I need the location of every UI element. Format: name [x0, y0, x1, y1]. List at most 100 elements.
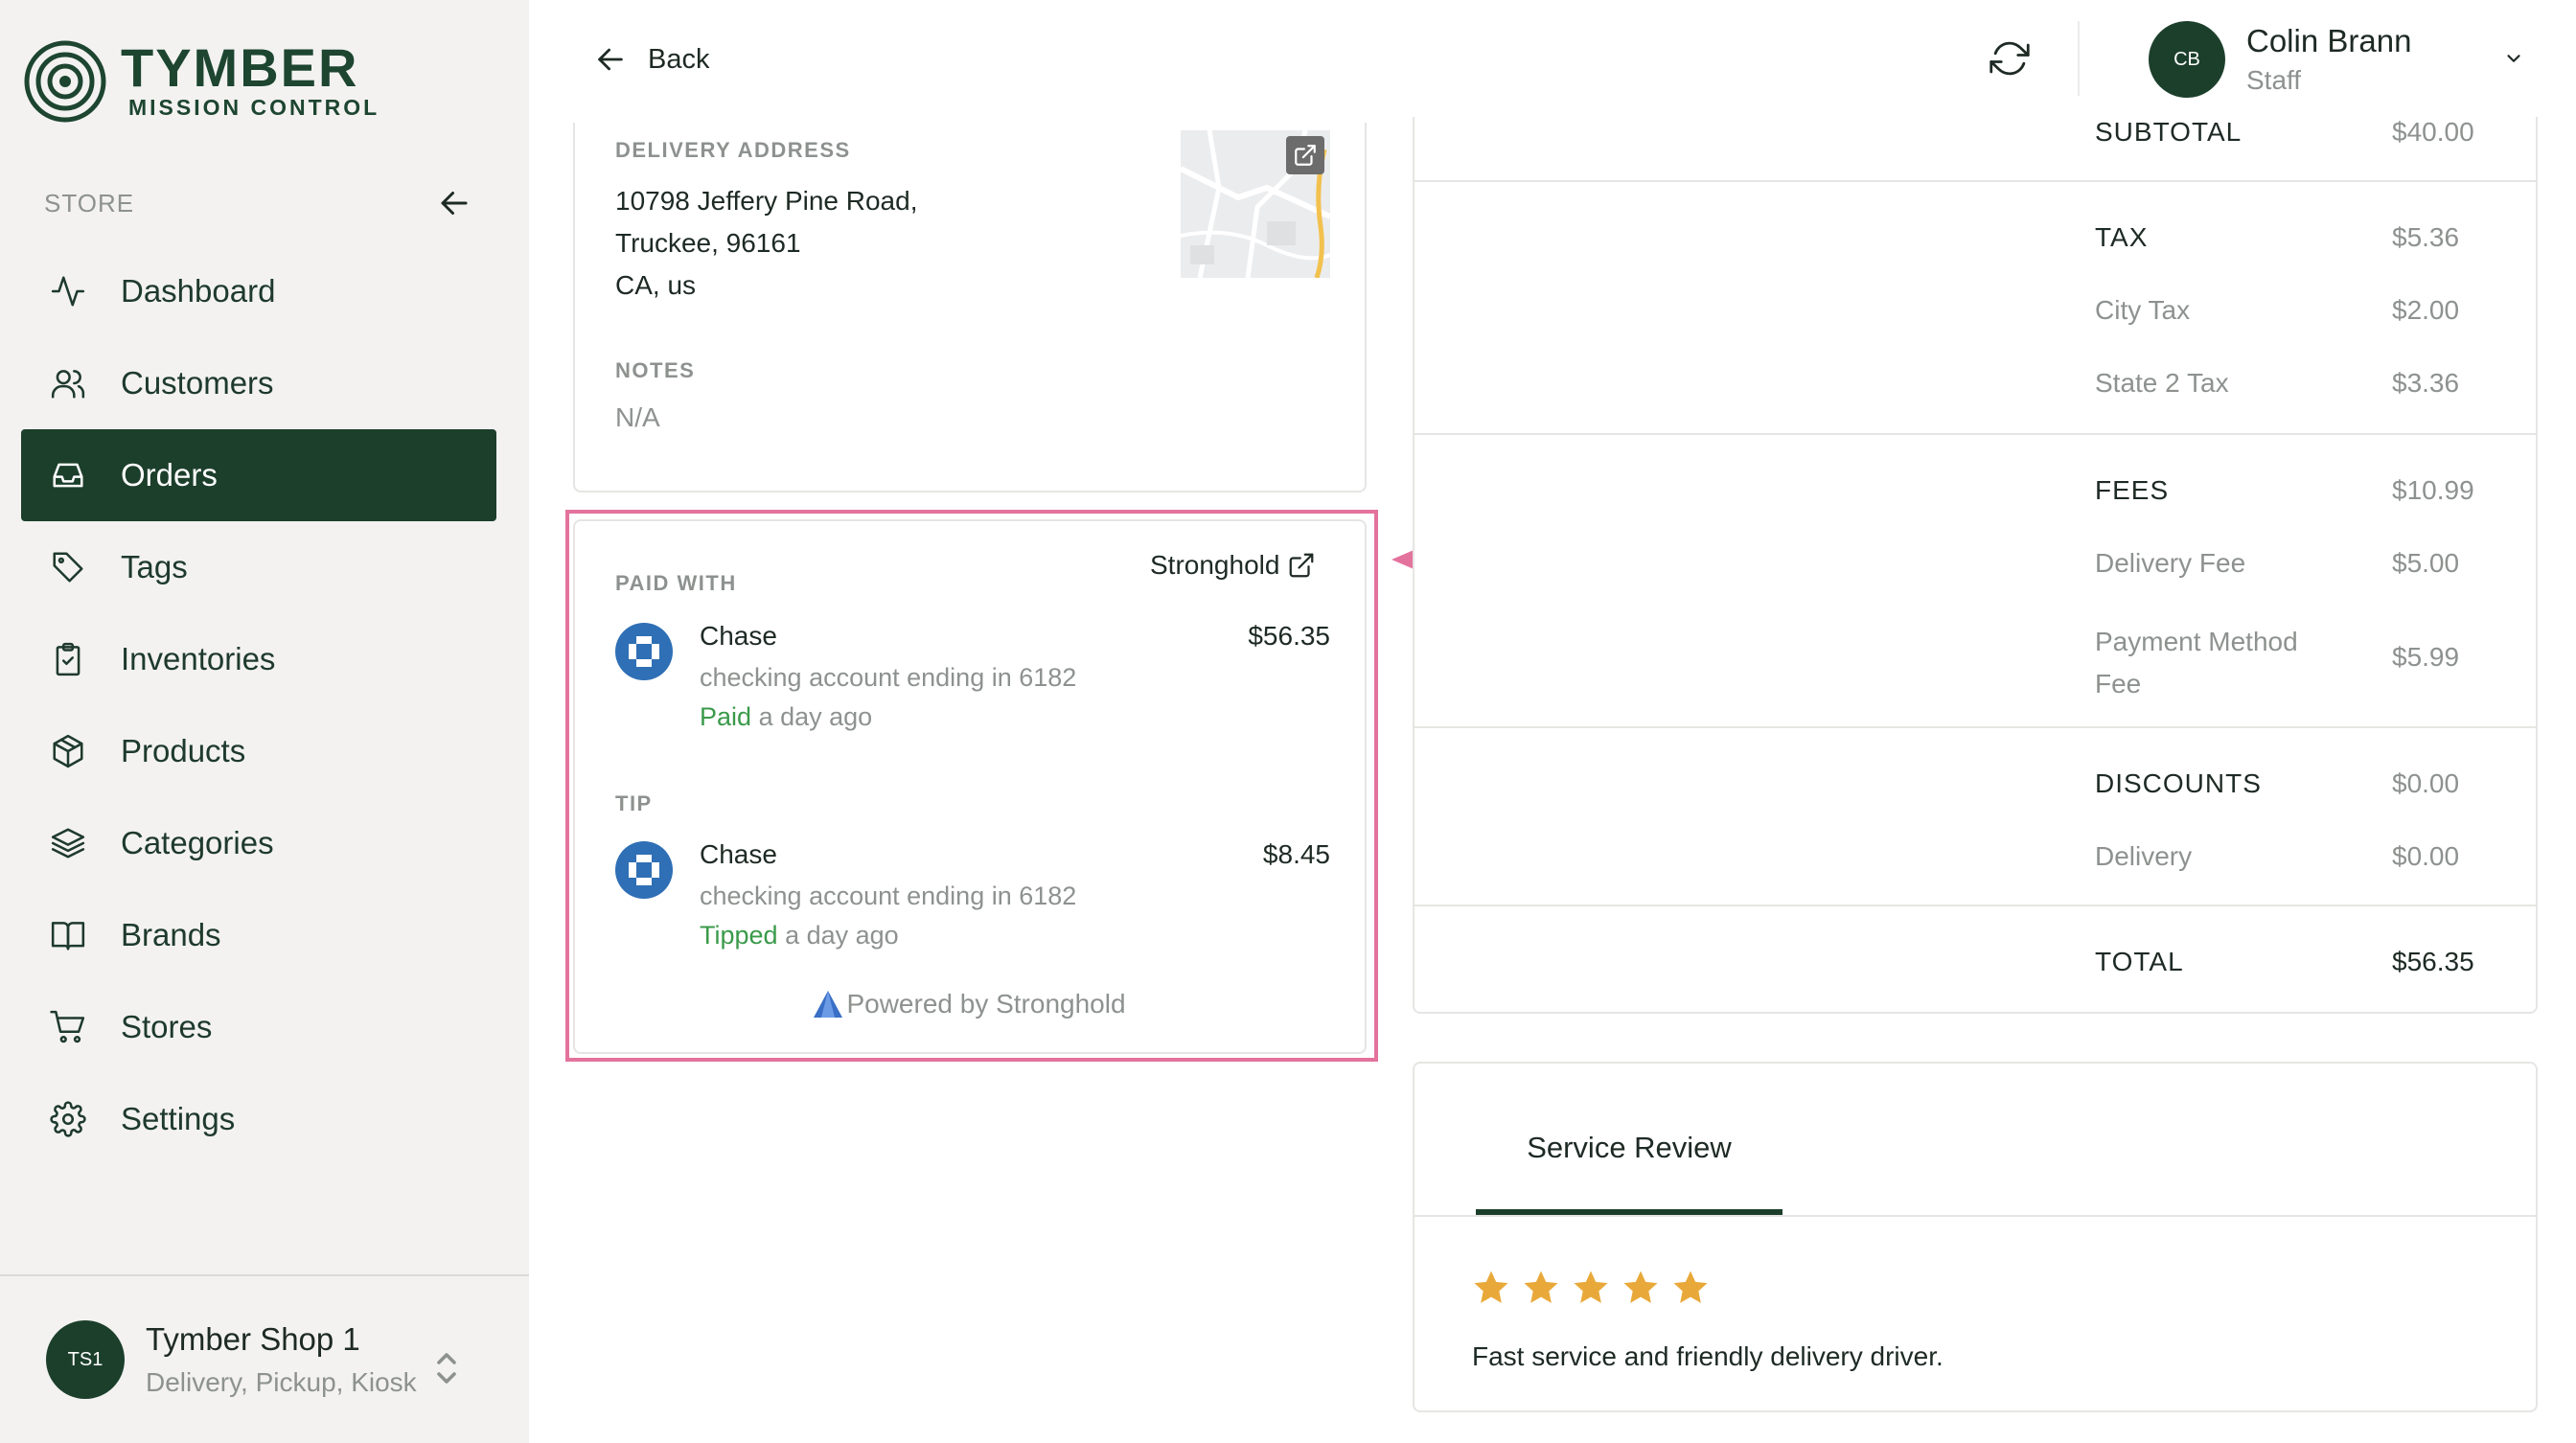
summary-divider [1414, 905, 2536, 906]
payment-status-word: Paid [700, 702, 752, 731]
sidebar-item-label: Tags [121, 549, 188, 584]
discounts-value: $0.00 [2392, 768, 2460, 798]
chase-bank-icon [615, 841, 673, 899]
user-name: Colin Brann [2246, 23, 2412, 58]
brand-name: TYMBER [121, 36, 359, 98]
external-link-icon [1295, 145, 1316, 166]
sidebar-item-tags[interactable]: Tags [21, 521, 496, 613]
cart-icon [48, 1007, 88, 1047]
tip-bank-name: Chase [700, 839, 777, 869]
sidebar-item-products[interactable]: Products [21, 705, 496, 797]
payment-provider-name: Stronghold [1150, 550, 1280, 580]
star-rating [1472, 1269, 1721, 1307]
tag-icon [48, 547, 88, 587]
star-icon [1623, 1271, 1658, 1303]
paid-with-label: PAID WITH [615, 571, 737, 595]
inbox-icon [48, 455, 88, 495]
brand-subtitle: MISSION CONTROL [128, 94, 380, 120]
tip-status: Tipped a day ago [700, 921, 1076, 951]
collapse-sidebar-button[interactable] [433, 182, 475, 224]
payment-provider-link[interactable]: Stronghold [1150, 550, 1316, 581]
sidebar-item-label: Orders [121, 457, 218, 492]
sidebar-item-settings[interactable]: Settings [21, 1073, 496, 1165]
payment-card: PAID WITH Stronghold Chase checking acco… [573, 519, 1367, 1054]
summary-divider [1414, 433, 2536, 435]
fees-value: $10.99 [2392, 475, 2474, 505]
shop-switcher[interactable]: TS1 Tymber Shop 1 Delivery, Pickup, Kios… [0, 1274, 529, 1443]
gear-icon [48, 1099, 88, 1139]
refresh-button[interactable] [1986, 34, 2034, 82]
activity-icon [48, 271, 88, 311]
star-icon [1673, 1271, 1708, 1303]
back-button[interactable]: Back [594, 38, 709, 80]
tab-divider [1414, 1215, 2536, 1217]
powered-by: Powered by Stronghold [575, 989, 1365, 1019]
summary-divider [1414, 180, 2536, 182]
order-summary-card: SUBTOTAL $40.00 TAX $5.36 City Tax $2.00… [1413, 117, 2538, 1014]
address-line: CA, us [615, 270, 697, 300]
external-link-icon [1290, 553, 1314, 578]
sidebar-item-label: Products [121, 733, 246, 768]
address-line: Truckee, 96161 [615, 228, 801, 258]
chase-bank-icon [615, 623, 673, 680]
tax-item-label: City Tax [2095, 295, 2191, 325]
star-icon [1474, 1271, 1508, 1303]
avatar: CB [2149, 21, 2225, 98]
sidebar-item-customers[interactable]: Customers [21, 337, 496, 429]
delivery-address-card: DELIVERY ADDRESS 10798 Jeffery Pine Road… [573, 123, 1367, 492]
sidebar-item-label: Stores [121, 1009, 213, 1044]
fee-item-value: $5.99 [2392, 642, 2460, 672]
subtotal-label: SUBTOTAL [2095, 117, 2242, 147]
shop-name: Tymber Shop 1 [146, 1321, 360, 1357]
fee-item-value: $5.00 [2392, 548, 2460, 578]
fees-label: FEES [2095, 475, 2170, 505]
sidebar-item-brands[interactable]: Brands [21, 889, 496, 981]
payment-bank-name: Chase [700, 621, 777, 651]
chevron-down-icon [2507, 55, 2520, 62]
map-thumbnail[interactable] [1181, 130, 1330, 278]
arrow-left-icon [441, 192, 468, 215]
sidebar-item-label: Categories [121, 825, 274, 860]
tab-service-review[interactable]: Service Review [1476, 1131, 1782, 1165]
users-icon [48, 363, 88, 403]
sidebar: TYMBER MISSION CONTROL STORE Dashboard C… [0, 0, 529, 1443]
sidebar-item-dashboard[interactable]: Dashboard [21, 245, 496, 337]
sidebar-item-label: Customers [121, 365, 274, 401]
payment-status-time: a day ago [758, 702, 873, 731]
topbar-divider [2078, 21, 2080, 96]
box-icon [48, 731, 88, 771]
shop-modes: Delivery, Pickup, Kiosk [146, 1367, 417, 1397]
payment-amount: $56.35 [1248, 621, 1330, 651]
open-map-button[interactable] [1286, 136, 1324, 174]
tip-amount: $8.45 [1262, 839, 1330, 869]
delivery-address-label: DELIVERY ADDRESS [615, 138, 851, 162]
sidebar-item-label: Dashboard [121, 273, 276, 309]
sidebar-item-inventories[interactable]: Inventories [21, 613, 496, 705]
total-value: $56.35 [2392, 947, 2474, 976]
tax-item-value: $3.36 [2392, 368, 2460, 398]
notes-value: N/A [615, 402, 660, 432]
back-button-label: Back [648, 43, 710, 75]
tip-account: checking account ending in 6182 [700, 882, 1077, 910]
total-label: TOTAL [2095, 947, 2184, 976]
sidebar-item-label: Brands [121, 917, 221, 952]
sidebar-item-orders[interactable]: Orders [21, 429, 496, 521]
review-comment: Fast service and friendly delivery drive… [1472, 1341, 1944, 1371]
chevron-up-down-icon [437, 1353, 456, 1384]
stronghold-logo-icon [814, 991, 843, 1018]
tax-value: $5.36 [2392, 222, 2460, 252]
payment-status: Paid a day ago [700, 702, 1076, 732]
user-menu[interactable]: CB Colin Brann Staff [2149, 19, 2532, 100]
star-icon [1574, 1271, 1608, 1303]
star-icon [1524, 1271, 1558, 1303]
user-role: Staff [2246, 65, 2302, 95]
summary-divider [1414, 726, 2536, 728]
layers-icon [48, 823, 88, 863]
sidebar-item-label: Inventories [121, 641, 276, 676]
sidebar-item-label: Settings [121, 1101, 236, 1136]
sidebar-item-stores[interactable]: Stores [21, 981, 496, 1073]
brand-logo-block[interactable]: TYMBER MISSION CONTROL [23, 38, 380, 125]
sidebar-item-categories[interactable]: Categories [21, 797, 496, 889]
book-open-icon [48, 915, 88, 955]
tax-label: TAX [2095, 222, 2149, 252]
